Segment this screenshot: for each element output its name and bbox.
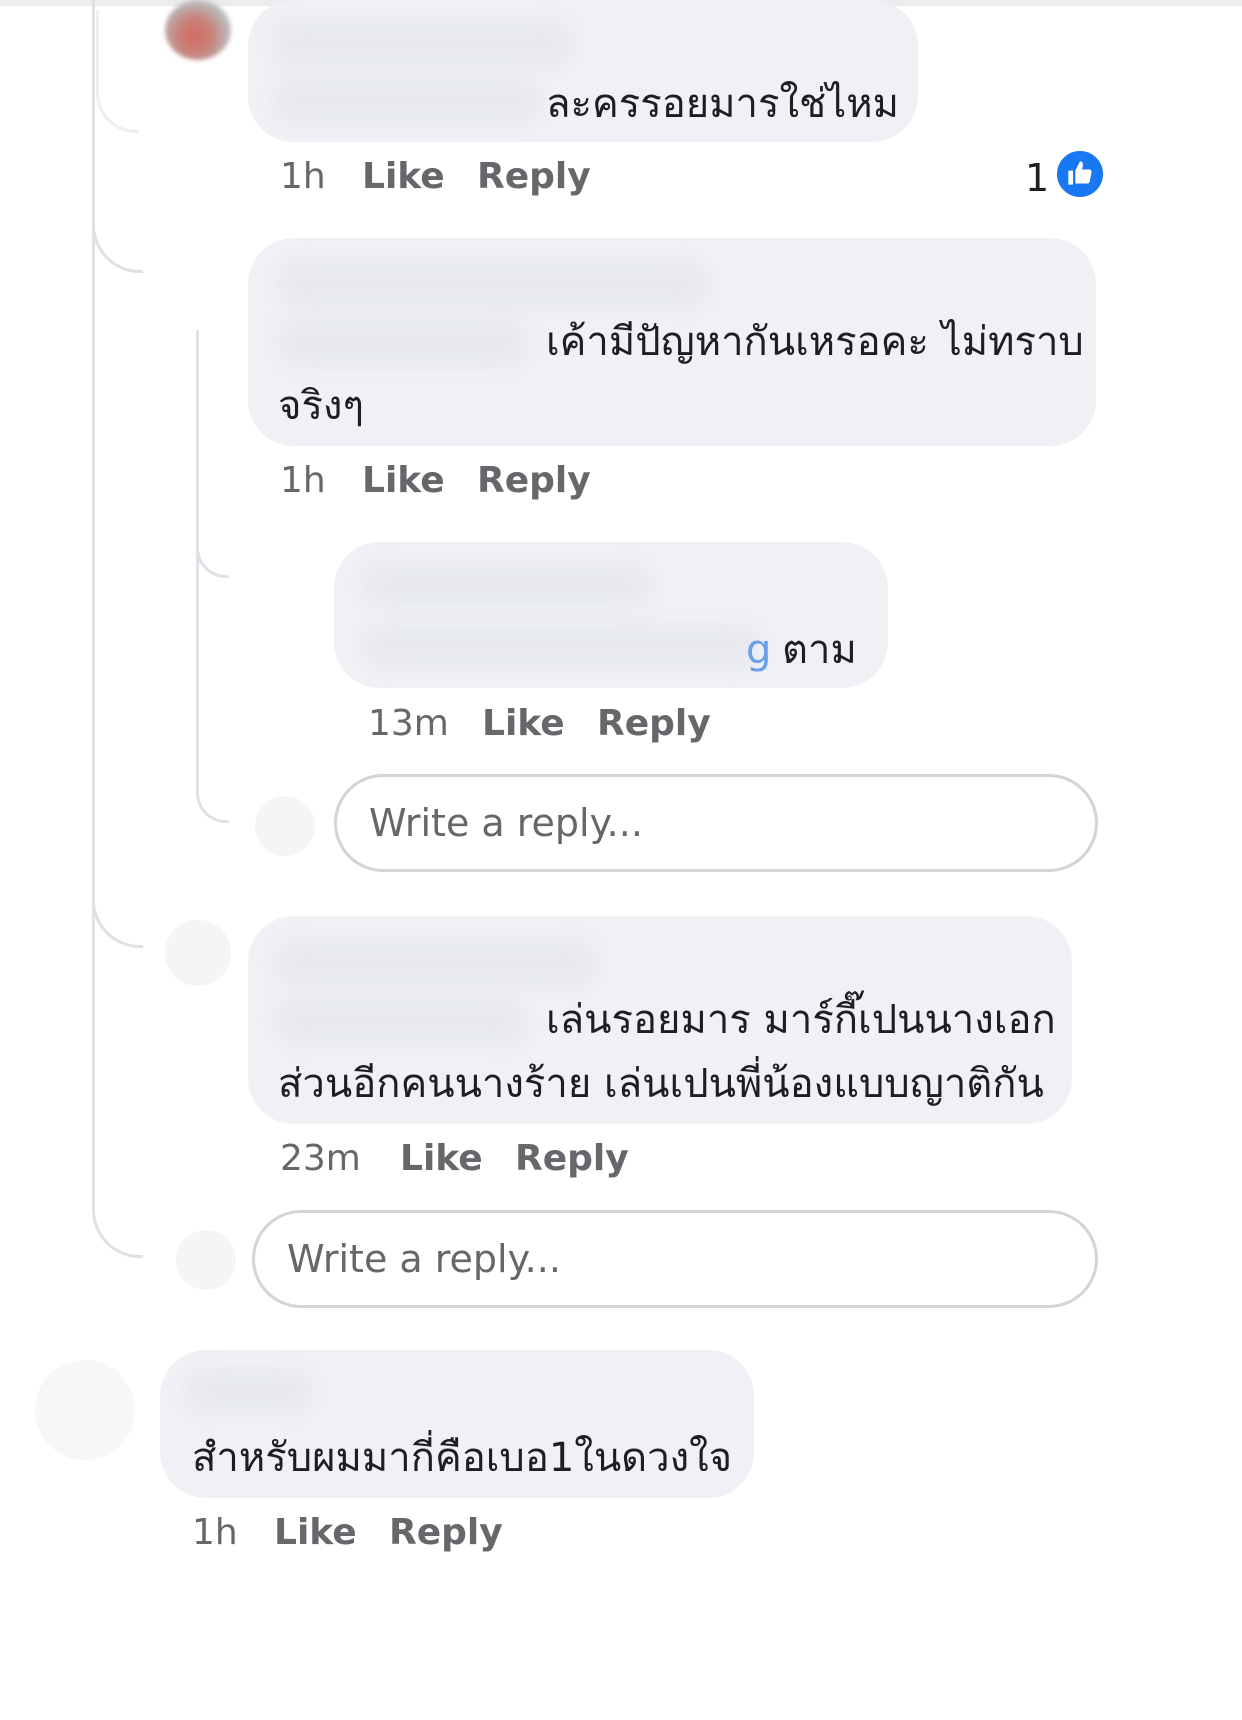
blurred-mention [362,624,762,668]
blurred-author-name [272,18,572,68]
comment-text: ตาม [782,627,857,673]
reply-button[interactable]: Reply [477,460,591,501]
comment-bubble: ละครรอยมารใช่ไหม [248,0,918,142]
thread-line [92,0,143,1258]
blurred-mention [276,996,526,1046]
comment-bubble: สำหรับผมมากี่คือเบอ1ในดวงใจ [160,1350,754,1498]
like-button[interactable]: Like [362,156,445,197]
blurred-mention [278,318,528,368]
blurred-mention [272,78,542,124]
blurred-author-name [362,562,652,608]
timestamp: 23m [280,1138,361,1179]
comment-bubble: เค้ามีปัญหากันเหรอคะ ไม่ทราบ จริงๆ [248,238,1096,446]
like-thumb-icon[interactable] [1054,148,1106,200]
reaction-count[interactable]: 1 [1025,156,1049,200]
timestamp: 1h [280,460,326,501]
comment-text: เค้ามีปัญหากันเหรอคะ ไม่ทราบ [546,319,1084,365]
thread-line [96,10,139,133]
blurred-author-name [184,1368,314,1414]
comment-text: จริงๆ [278,383,364,429]
reply-input[interactable]: Write a reply... [252,1210,1098,1308]
timestamp: 1h [280,156,326,197]
avatar[interactable] [165,920,231,986]
avatar [255,796,315,856]
reply-input[interactable]: Write a reply... [334,774,1098,872]
reply-button[interactable]: Reply [389,1512,503,1553]
like-button[interactable]: Like [400,1138,483,1179]
nested-thread-line [196,330,229,823]
comment-bubble: เล่นรอยมาร มาร์กี๊เปนนางเอก ส่วนอีกคนนาง… [248,916,1072,1124]
comment-bubble: g ตาม [334,542,888,688]
timestamp: 13m [368,703,449,744]
like-button[interactable]: Like [482,703,565,744]
avatar [176,1230,236,1290]
comment-text: สำหรับผมมากี่คือเบอ1ในดวงใจ [192,1435,733,1481]
reply-button[interactable]: Reply [515,1138,629,1179]
timestamp: 1h [192,1512,238,1553]
blurred-author-name [276,938,596,988]
comment-text: ละครรอยมารใช่ไหม [546,81,900,127]
avatar[interactable] [35,1360,135,1460]
comment-text: เล่นรอยมาร มาร์กี๊เปนนางเอก [546,997,1056,1043]
reply-placeholder: Write a reply... [369,801,643,845]
reply-placeholder: Write a reply... [287,1237,561,1281]
like-button[interactable]: Like [362,460,445,501]
like-button[interactable]: Like [274,1512,357,1553]
reply-button[interactable]: Reply [477,156,591,197]
comment-text: ส่วนอีกคนนางร้าย เล่นเปนพี่น้องแบบญาติกั… [278,1061,1044,1107]
blurred-author-name [278,260,708,310]
reply-button[interactable]: Reply [597,703,711,744]
avatar[interactable] [165,0,231,60]
mention-tail[interactable]: g [746,618,771,682]
